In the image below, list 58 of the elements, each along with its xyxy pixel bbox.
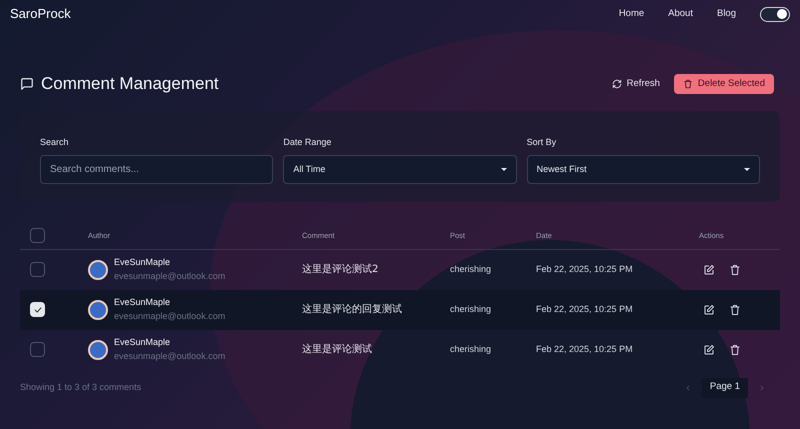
edit-icon [703, 344, 715, 356]
theme-toggle[interactable] [760, 6, 790, 22]
comment-text: 这里是评论的回复测试 [302, 302, 403, 317]
author-email: evesunmaple@outlook.com [114, 350, 226, 363]
dropdown-field[interactable]: All Time [283, 155, 517, 184]
toggle-knob [777, 9, 787, 19]
post-name: cherishing [450, 302, 492, 316]
comment-text: 这里是评论测试 [302, 342, 373, 357]
search-field[interactable]: Search comments... [40, 155, 274, 184]
caret-icon [500, 168, 507, 171]
chat-bubble-icon [20, 76, 34, 91]
page-title: Comment Management [41, 73, 219, 95]
trash-icon [729, 304, 741, 316]
edit-button[interactable] [703, 264, 715, 276]
checkbox[interactable] [30, 302, 45, 317]
refresh-icon [612, 78, 622, 89]
delete-selected-button[interactable]: Delete Selected [674, 74, 774, 94]
page-indicator: Page 1 [702, 378, 748, 398]
nav-link[interactable]: About [668, 6, 693, 22]
pagination-summary: Showing 1 to 3 of 3 comments [20, 380, 142, 394]
avatar [88, 260, 108, 280]
author-email: evesunmaple@outlook.com [114, 270, 226, 283]
nav-link[interactable]: Blog [716, 6, 736, 22]
edit-button[interactable] [703, 344, 715, 356]
avatar [88, 300, 108, 320]
author-name: EveSunMaple [114, 296, 172, 309]
avatar [88, 340, 108, 360]
caret-icon [744, 168, 750, 171]
trash-icon [729, 344, 741, 356]
dropdown-field[interactable]: Newest First [526, 155, 760, 184]
chevron-right-icon [758, 384, 766, 392]
post-name: cherishing [450, 262, 492, 276]
check-icon [32, 304, 42, 314]
delete-button[interactable] [729, 264, 741, 276]
post-name: cherishing [450, 342, 492, 356]
field-label: Sort By [526, 136, 558, 149]
brand-name[interactable]: SaroProck [10, 4, 71, 24]
author-name: EveSunMaple [114, 256, 172, 269]
edit-icon [703, 264, 715, 276]
delete-button[interactable] [729, 304, 741, 316]
delete-button[interactable] [729, 344, 741, 356]
date-text: Feb 22, 2025, 10:25 PM [536, 342, 634, 356]
checkbox[interactable] [30, 262, 45, 277]
edit-button[interactable] [703, 304, 715, 316]
author-email: evesunmaple@outlook.com [114, 310, 226, 323]
checkbox[interactable] [30, 228, 45, 243]
edit-icon [703, 304, 715, 316]
checkbox[interactable] [30, 342, 45, 357]
trash-icon [729, 264, 741, 276]
author-name: EveSunMaple [114, 336, 172, 349]
date-text: Feb 22, 2025, 10:25 PM [536, 262, 634, 276]
date-text: Feb 22, 2025, 10:25 PM [536, 302, 634, 316]
field-label: Search [40, 136, 70, 148]
trash-icon [682, 78, 693, 89]
comment-text: 这里是评论测试2 [302, 262, 380, 277]
field-label: Date Range [283, 136, 332, 149]
nav-link[interactable]: Home [618, 6, 644, 22]
refresh-button[interactable]: Refresh [612, 74, 660, 94]
